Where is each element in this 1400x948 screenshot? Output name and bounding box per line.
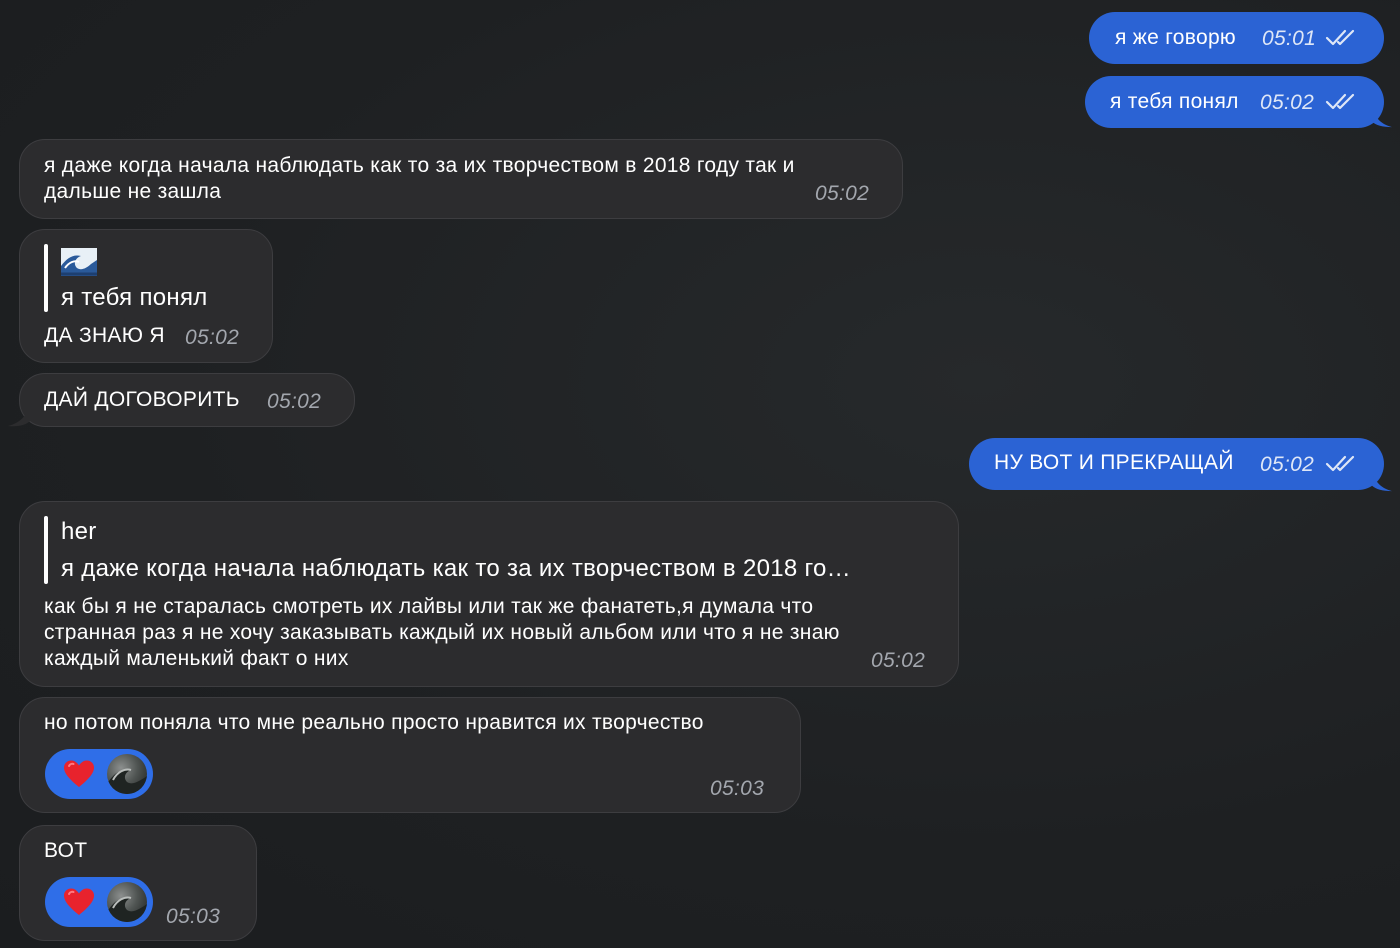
incoming-message[interactable]: я тебя понял ДА ЗНАЮ Я 05:02 (19, 229, 273, 363)
message-time: 05:02 (1260, 91, 1315, 114)
message-text: ДА ЗНАЮ Я (44, 324, 165, 347)
message-text: НУ ВОТ И ПРЕКРАЩАЙ (994, 451, 1234, 474)
heart-icon (64, 888, 94, 915)
wave-emoji-icon (61, 248, 97, 276)
message-time: 05:03 (166, 905, 221, 928)
chat-area[interactable]: я же говорю 05:01 я тебя понял 05:02 я д… (0, 0, 1400, 948)
message-time: 05:03 (710, 777, 765, 800)
wave-avatar-icon (107, 896, 147, 922)
reply-text: я тебя понял (61, 284, 208, 311)
message-text-line: каждый маленький факт о них (44, 647, 349, 670)
outgoing-message[interactable]: я же говорю 05:01 (1089, 12, 1384, 64)
incoming-message[interactable]: но потом поняла что мне реально просто н… (19, 697, 801, 813)
message-time: 05:02 (185, 326, 240, 349)
avatar (107, 754, 147, 794)
message-text: но потом поняла что мне реально просто н… (44, 711, 704, 734)
message-text: ДАЙ ДОГОВОРИТЬ (44, 388, 240, 411)
reply-text: я даже когда начала наблюдать как то за … (61, 555, 851, 582)
message-time: 05:02 (1260, 453, 1315, 476)
message-time: 05:02 (815, 182, 870, 205)
double-check-icon (1325, 455, 1355, 472)
message-text: ВОТ (44, 839, 88, 862)
double-check-icon (1325, 93, 1355, 110)
message-time: 05:01 (1262, 27, 1317, 50)
message-time: 05:02 (871, 649, 926, 672)
bubble-tail (1372, 108, 1392, 128)
message-text-line: я даже когда начала наблюдать как то за … (44, 154, 795, 177)
outgoing-message[interactable]: я тебя понял 05:02 (1085, 76, 1384, 128)
avatar (107, 882, 147, 922)
message-time: 05:02 (267, 390, 322, 413)
message-text: я тебя понял (1110, 90, 1239, 113)
outgoing-message[interactable]: НУ ВОТ И ПРЕКРАЩАЙ 05:02 (969, 438, 1384, 490)
message-text: я же говорю (1115, 26, 1236, 49)
bubble-tail (1372, 472, 1392, 492)
heart-icon (64, 760, 94, 787)
message-text-line: странная раз я не хочу заказывать каждый… (44, 621, 840, 644)
message-text-line: как бы я не старалась смотреть их лайвы … (44, 595, 814, 618)
reaction-pill[interactable] (45, 749, 153, 799)
incoming-message[interactable]: ДАЙ ДОГОВОРИТЬ 05:02 (19, 373, 355, 427)
reply-bar (44, 516, 48, 584)
reply-sender: her (61, 518, 97, 545)
double-check-icon (1325, 29, 1355, 46)
incoming-message[interactable]: я даже когда начала наблюдать как то за … (19, 139, 903, 219)
incoming-message[interactable]: her я даже когда начала наблюдать как то… (19, 501, 959, 687)
wave-avatar-icon (107, 768, 147, 794)
message-text-line: дальше не зашла (44, 180, 222, 203)
bubble-tail (8, 406, 30, 427)
reply-bar (44, 244, 48, 312)
incoming-message[interactable]: ВОТ 05:03 (19, 825, 257, 941)
reaction-pill[interactable] (45, 877, 153, 927)
